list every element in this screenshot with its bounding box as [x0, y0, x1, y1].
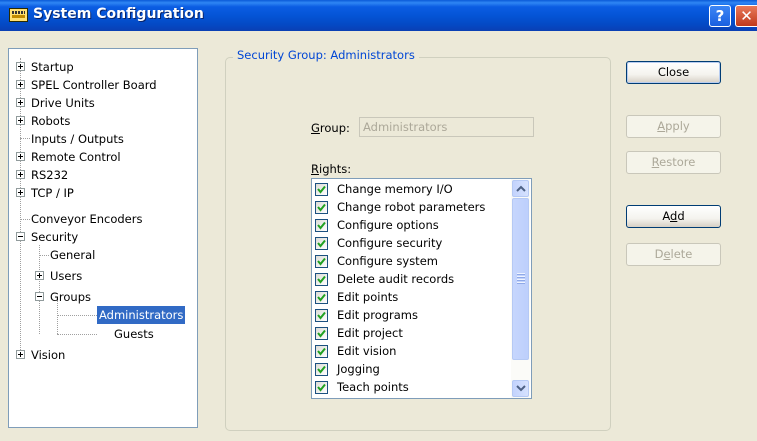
chevron-down-icon — [516, 385, 526, 392]
right-checkbox[interactable] — [315, 381, 328, 394]
group-name-field — [359, 117, 534, 137]
tree-expand-icon[interactable] — [16, 188, 25, 197]
checkmark-icon — [317, 221, 326, 230]
right-checkbox[interactable] — [315, 345, 328, 358]
restore-button[interactable]: Restore — [626, 151, 721, 174]
right-checkbox[interactable] — [315, 237, 328, 250]
tree-item-robots[interactable]: Robots — [9, 112, 197, 130]
right-label: Configure security — [337, 236, 443, 250]
right-label: Jogging — [337, 362, 380, 376]
close-button[interactable]: Close — [626, 61, 721, 84]
tree-expand-icon[interactable] — [16, 350, 25, 359]
checkmark-icon — [317, 311, 326, 320]
rights-scrollbar[interactable] — [511, 179, 530, 398]
tree-item-spel-controller-board[interactable]: SPEL Controller Board — [9, 76, 197, 94]
right-label: Change memory I/O — [337, 182, 453, 196]
app-icon — [9, 8, 28, 22]
right-checkbox[interactable] — [315, 255, 328, 268]
checkmark-icon — [317, 329, 326, 338]
checkmark-icon — [317, 293, 326, 302]
tree-item-inputs-outputs[interactable]: Inputs / Outputs — [9, 130, 197, 148]
group-label: Group: — [311, 121, 350, 135]
tree-item-security[interactable]: Security — [9, 228, 197, 246]
add-button[interactable]: Add — [626, 205, 721, 228]
tree-expand-icon[interactable] — [16, 80, 25, 89]
apply-button[interactable]: Apply — [626, 115, 721, 138]
right-label: Configure system — [337, 254, 438, 268]
right-checkbox[interactable] — [315, 309, 328, 322]
checkmark-icon — [317, 257, 326, 266]
right-label: Delete audit records — [337, 272, 455, 286]
chevron-up-icon — [516, 185, 526, 192]
help-button[interactable]: ? — [709, 5, 731, 27]
tree-collapse-icon[interactable] — [35, 292, 44, 301]
right-checkbox[interactable] — [315, 363, 328, 376]
tree-item-users[interactable]: Users — [9, 267, 197, 285]
tree-expand-icon[interactable] — [16, 116, 25, 125]
checkmark-icon — [317, 275, 326, 284]
right-checkbox[interactable] — [315, 327, 328, 340]
checkmark-icon — [317, 185, 326, 194]
window-close-button[interactable]: ✕ — [735, 5, 757, 27]
checkmark-icon — [317, 383, 326, 392]
right-checkbox[interactable] — [315, 273, 328, 286]
window-title: System Configuration — [33, 6, 204, 22]
config-tree[interactable]: Startup SPEL Controller Board Drive Unit… — [8, 48, 198, 428]
right-checkbox[interactable] — [315, 201, 328, 214]
tree-expand-icon[interactable] — [16, 98, 25, 107]
right-checkbox[interactable] — [315, 183, 328, 196]
tree-expand-icon[interactable] — [16, 152, 25, 161]
scroll-up-button[interactable] — [512, 180, 529, 197]
right-label: Teach points — [337, 380, 409, 394]
checkmark-icon — [317, 203, 326, 212]
right-label: Edit vision — [337, 344, 397, 358]
rights-list[interactable]: Change memory I/O Change robot parameters… — [311, 178, 532, 399]
rights-label: Rights: — [311, 162, 352, 176]
tree-item-conveyor-encoders[interactable]: Conveyor Encoders — [9, 210, 197, 228]
tree-item-tcp-ip[interactable]: TCP / IP — [9, 184, 197, 202]
right-label: Edit programs — [337, 308, 419, 322]
tree-expand-icon[interactable] — [16, 62, 25, 71]
group-box-title: Security Group: Administrators — [233, 48, 419, 62]
tree-expand-icon[interactable] — [16, 170, 25, 179]
right-label: Configure options — [337, 218, 439, 232]
tree-item-groups[interactable]: Groups — [9, 288, 197, 306]
checkmark-icon — [317, 239, 326, 248]
right-label: Edit project — [337, 326, 403, 340]
right-checkbox[interactable] — [315, 219, 328, 232]
tree-item-guests[interactable]: Guests — [9, 325, 197, 343]
tree-item-general[interactable]: General — [9, 246, 197, 264]
scroll-down-button[interactable] — [512, 380, 529, 397]
tree-item-remote-control[interactable]: Remote Control — [9, 148, 197, 166]
right-label: Edit points — [337, 290, 399, 304]
tree-item-rs232[interactable]: RS232 — [9, 166, 197, 184]
title-bar[interactable]: System Configuration ? ✕ — [0, 0, 757, 31]
tree-item-startup[interactable]: Startup — [9, 58, 197, 76]
scroll-thumb[interactable] — [512, 198, 529, 360]
tree-item-vision[interactable]: Vision — [9, 346, 197, 364]
checkmark-icon — [317, 365, 326, 374]
right-checkbox[interactable] — [315, 291, 328, 304]
tree-item-administrators[interactable]: Administrators — [9, 306, 197, 324]
right-label: Change robot parameters — [337, 200, 486, 214]
checkmark-icon — [317, 347, 326, 356]
tree-collapse-icon[interactable] — [16, 232, 25, 241]
tree-expand-icon[interactable] — [35, 271, 44, 280]
delete-button[interactable]: Delete — [626, 243, 721, 266]
tree-item-drive-units[interactable]: Drive Units — [9, 94, 197, 112]
